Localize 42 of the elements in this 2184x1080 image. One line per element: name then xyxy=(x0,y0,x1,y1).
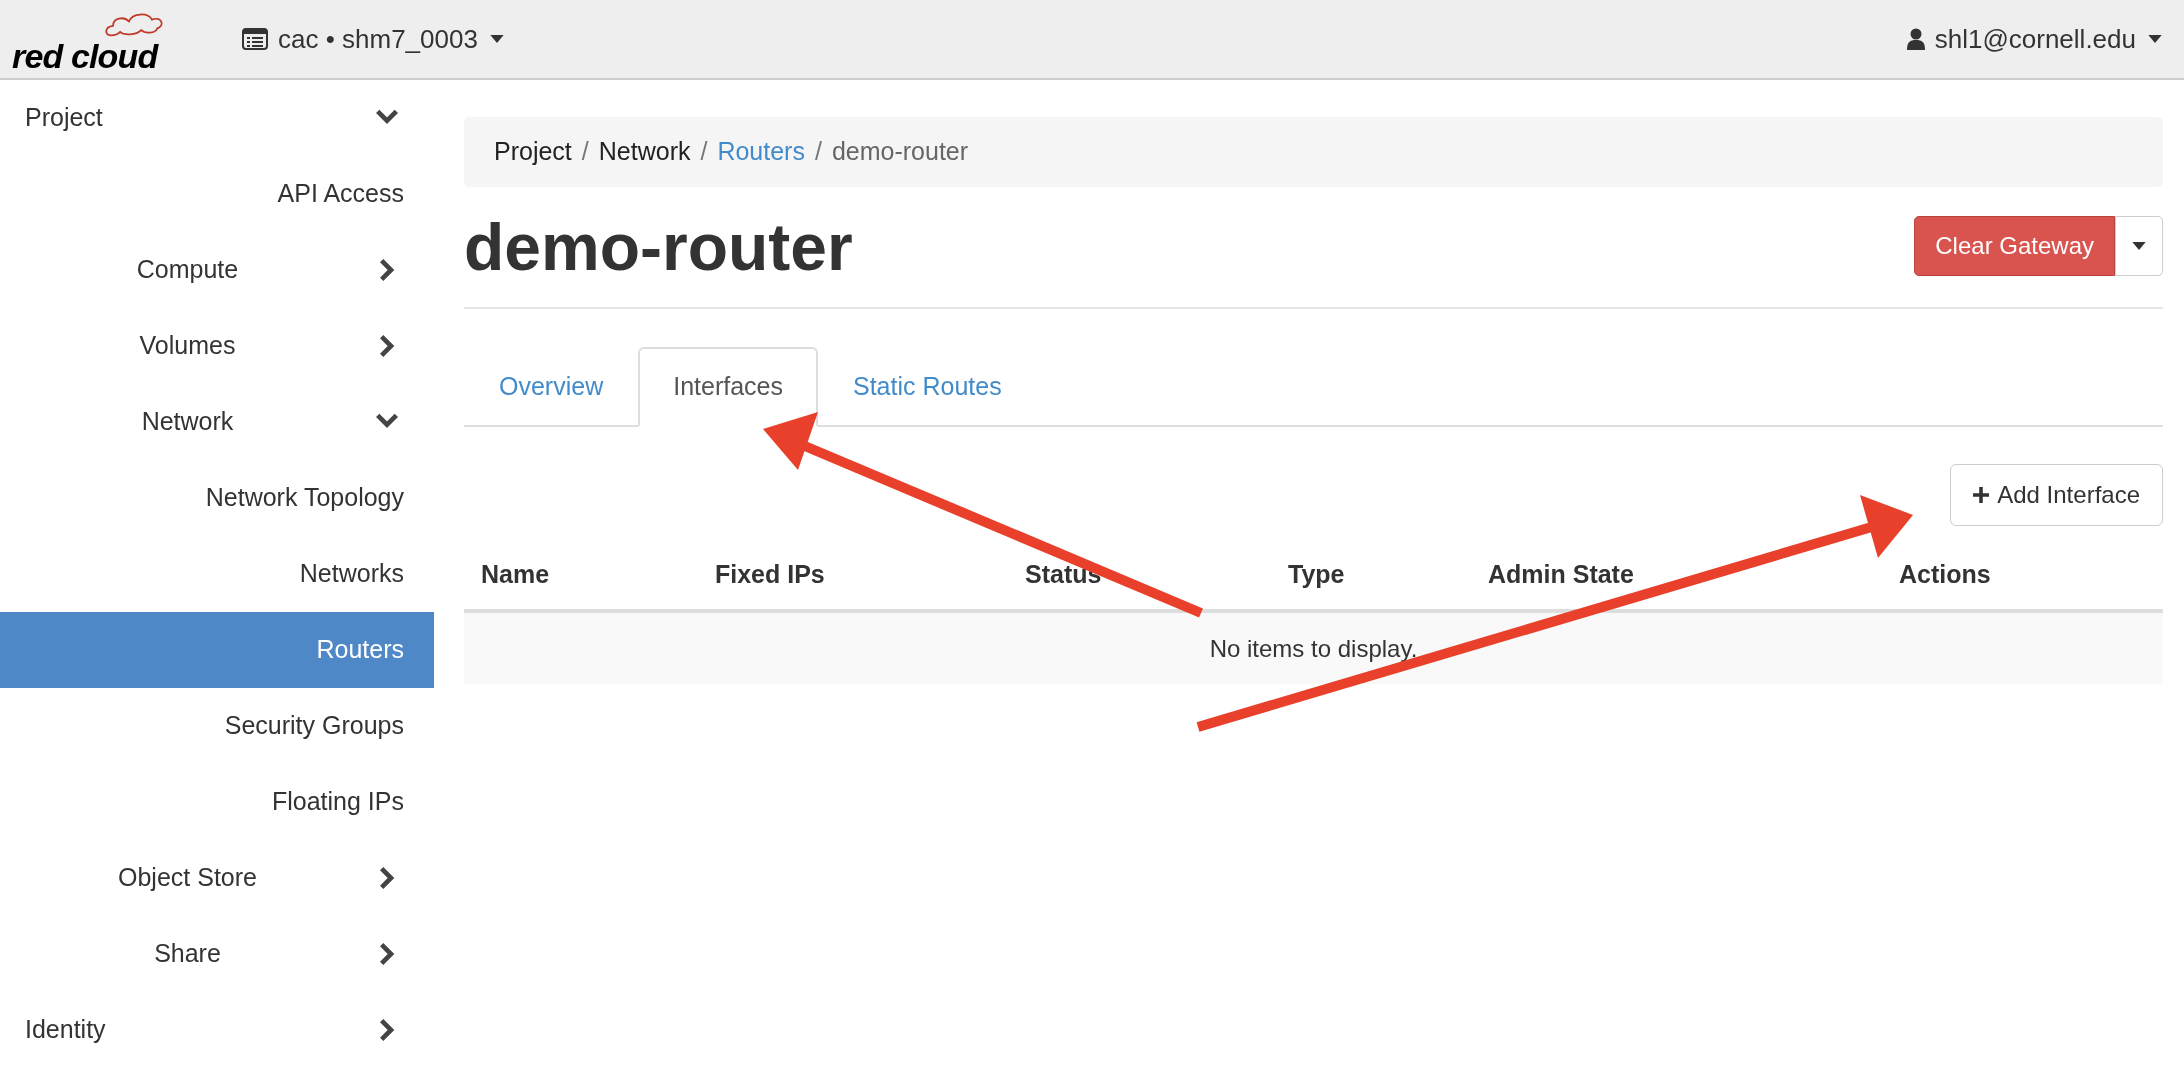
add-interface-button[interactable]: Add Interface xyxy=(1950,464,2163,526)
caret-icon xyxy=(2148,35,2162,43)
clear-gateway-button[interactable]: Clear Gateway xyxy=(1914,216,2115,276)
breadcrumb-link[interactable]: Network xyxy=(598,133,691,171)
sidebar-item[interactable]: API Access xyxy=(0,156,434,232)
project-selector[interactable]: cac • shm7_0003 xyxy=(242,19,504,59)
sidebar-panel[interactable]: Network xyxy=(0,384,434,460)
user-menu[interactable]: shl1@cornell.edu xyxy=(1906,19,2162,59)
logo-text: red cloud xyxy=(12,39,158,73)
column-header: Status xyxy=(1025,559,1102,588)
sidebar-item[interactable]: Routers xyxy=(0,612,434,688)
breadcrumb-current: demo-router xyxy=(831,136,969,168)
tab[interactable]: Static Routes xyxy=(817,347,1037,427)
breadcrumb-separator: / xyxy=(580,136,590,168)
sidebar-item[interactable]: Network Topology xyxy=(0,460,434,536)
sidebar-item[interactable]: Floating IPs xyxy=(0,764,434,840)
sidebar-section[interactable]: Project xyxy=(0,80,434,156)
sidebar-panel[interactable]: Compute xyxy=(0,232,434,308)
plus-icon xyxy=(1973,487,1990,503)
column-header: Admin State xyxy=(1488,559,1634,588)
empty-table-message: No items to display. xyxy=(1209,633,1418,664)
column-header: Name xyxy=(481,559,550,588)
sidebar-panel[interactable]: Share xyxy=(0,916,434,992)
list-icon xyxy=(242,28,268,50)
column-header: Type xyxy=(1288,559,1345,588)
sidebar-panel[interactable]: Object Store xyxy=(0,840,434,916)
caret-icon xyxy=(489,35,504,43)
tab[interactable]: Overview xyxy=(464,347,639,427)
sidebar-item[interactable]: Networks xyxy=(0,536,434,612)
sidebar-panel[interactable]: Volumes xyxy=(0,308,434,384)
page-title: demo-router xyxy=(464,214,853,280)
tab[interactable]: Interfaces xyxy=(638,347,818,427)
breadcrumb-separator: / xyxy=(813,136,823,168)
breadcrumb-link[interactable]: Project xyxy=(494,133,572,171)
column-header: Actions xyxy=(1899,559,1991,588)
column-header: Fixed IPs xyxy=(715,559,825,588)
breadcrumb-separator: / xyxy=(699,136,709,168)
sidebar-section[interactable]: Identity xyxy=(0,992,434,1068)
dropdown-toggle-button[interactable] xyxy=(2115,216,2163,276)
sidebar-item[interactable]: Security Groups xyxy=(0,688,434,764)
caret-icon xyxy=(2132,242,2146,250)
user-icon xyxy=(1906,28,1925,50)
